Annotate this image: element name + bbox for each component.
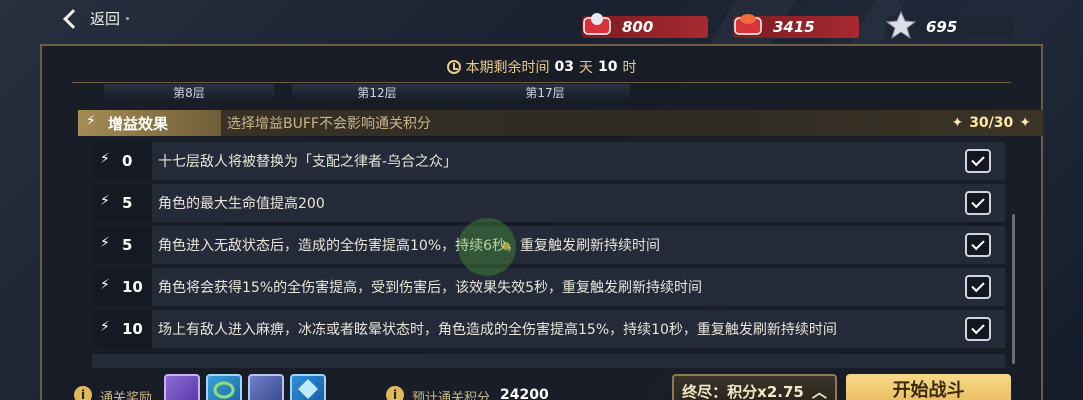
buff-count: ✦ 30/30 ✦: [951, 115, 1031, 131]
star-crystal-icon: [885, 10, 917, 40]
checkmark-icon: [971, 236, 985, 251]
buff-cost: 5: [92, 184, 152, 222]
timer-hours: 10: [598, 59, 618, 75]
resource-coin[interactable]: 3415: [733, 14, 859, 38]
lightning-icon: [86, 113, 98, 130]
timer-day-unit: 天: [579, 60, 593, 76]
buff-title: 增益效果: [108, 114, 169, 133]
buff-description: 角色将会获得15%的全伤害提高，受到伤害后，该效果失效5秒，重复触发刷新持续时间: [158, 280, 703, 296]
clock-icon: [446, 60, 461, 74]
buff-count-value: 30/30: [969, 115, 1014, 131]
floor-tabs: 第8层 第12层 第17层: [42, 84, 1041, 104]
sparkle-icon: ✦: [951, 115, 964, 131]
buff-row[interactable]: 5 角色的最大生命值提高200: [92, 184, 1005, 222]
buff-row[interactable]: 0 十七层敌人将被替换为「支配之律者-乌合之众」: [92, 142, 1005, 180]
buff-row[interactable]: 5 角色进入无敌状态后，造成的全伤害提高10%，持续6秒，重复触发刷新持续时间: [92, 226, 1005, 264]
bottom-bar: i 通关奖励 i 预计通关积分 24200 终尽：积分x2.75 ︿ 开始战斗: [0, 372, 1083, 400]
lightning-icon: [100, 193, 112, 210]
buff-checkbox[interactable]: [965, 191, 991, 215]
top-bar: 返回 800 3415 695: [0, 0, 1083, 44]
back-button[interactable]: 返回: [60, 8, 130, 29]
lightning-icon: [100, 151, 112, 168]
timer-days: 03: [554, 59, 574, 75]
resource-crystal[interactable]: 695: [885, 10, 1014, 40]
buff-checkbox[interactable]: [965, 233, 991, 257]
buff-description: 角色的最大生命值提高200: [158, 196, 325, 212]
checkmark-icon: [971, 320, 985, 335]
reward-label: 通关奖励: [100, 391, 153, 400]
buff-title-tag: 增益效果: [78, 110, 221, 136]
floor-tab-17[interactable]: 第17层: [460, 84, 630, 102]
buff-cost: 5: [92, 226, 152, 264]
buff-header: 增益效果 选择增益BUFF不会影响通关积分 ✦ 30/30 ✦: [78, 110, 1043, 136]
checkmark-icon: [971, 278, 985, 293]
buff-row-partial: [92, 354, 1005, 368]
checkmark-icon: [971, 152, 985, 167]
score-label: 预计通关积分: [412, 391, 491, 400]
remaining-time: 本期剩余时间 03 天 10 时: [42, 57, 1041, 77]
resource-coin-value: 3415: [773, 18, 815, 36]
red-coin-icon: [734, 14, 762, 35]
buff-row[interactable]: 10 角色将会获得15%的全伤害提高，受到伤害后，该效果失效5秒，重复触发刷新持…: [92, 268, 1005, 306]
lightning-icon: [100, 319, 112, 336]
stage-panel: 本期剩余时间 03 天 10 时 第8层 第12层 第17层 增益效果 选择增益…: [40, 44, 1043, 400]
info-icon[interactable]: i: [74, 386, 92, 400]
buff-checkbox[interactable]: [965, 149, 991, 173]
resource-medal-value: 800: [622, 18, 654, 36]
buff-cost: 10: [92, 310, 152, 348]
difficulty-button[interactable]: 终尽：积分x2.75 ︿: [672, 374, 837, 400]
buff-description: 场上有敌人进入麻痹，冰冻或者眩晕状态时，角色造成的全伤害提高15%，持续10秒，…: [158, 322, 837, 338]
watermark-logo: [458, 218, 516, 276]
red-medal-icon: [583, 13, 611, 35]
divider: [72, 82, 1011, 83]
score-value: 24200: [500, 387, 549, 400]
checkmark-icon: [971, 194, 985, 209]
buff-description: 角色进入无敌状态后，造成的全伤害提高10%，持续6秒，重复触发刷新持续时间: [158, 238, 661, 254]
character-card-icon[interactable]: [248, 374, 284, 400]
buff-cost: 0: [92, 142, 152, 180]
buff-row[interactable]: 10 场上有敌人进入麻痹，冰冻或者眩晕状态时，角色造成的全伤害提高15%，持续1…: [92, 310, 1005, 348]
scrollbar[interactable]: [1012, 214, 1015, 364]
lightning-icon: [100, 235, 112, 252]
sparkle-icon: ✦: [1019, 115, 1031, 131]
resource-crystal-value: 695: [926, 18, 958, 36]
buff-checkbox[interactable]: [965, 275, 991, 299]
floor-tab-8[interactable]: 第8层: [104, 84, 274, 102]
purple-card-icon[interactable]: [164, 374, 200, 400]
floor-tab-12[interactable]: 第12层: [292, 84, 462, 102]
buff-description: 十七层敌人将被替换为「支配之律者-乌合之众」: [158, 154, 458, 170]
chevron-up-icon: ︿: [811, 382, 827, 400]
buff-checkbox[interactable]: [965, 317, 991, 341]
resource-medal[interactable]: 800: [582, 13, 708, 38]
info-icon[interactable]: i: [386, 386, 404, 400]
buff-cost: 10: [92, 268, 152, 306]
lightning-icon: [100, 277, 112, 294]
green-ring-icon[interactable]: [206, 374, 242, 400]
buff-hint: 选择增益BUFF不会影响通关积分: [227, 116, 431, 132]
difficulty-label: 终尽：积分x2.75: [682, 382, 804, 400]
chevron-left-icon: [63, 8, 83, 29]
blue-crystal-icon[interactable]: [290, 374, 326, 400]
timer-label: 本期剩余时间: [465, 60, 550, 76]
start-battle-button[interactable]: 开始战斗: [846, 374, 1011, 400]
timer-hour-unit: 时: [622, 60, 637, 76]
back-label: 返回: [90, 10, 121, 28]
